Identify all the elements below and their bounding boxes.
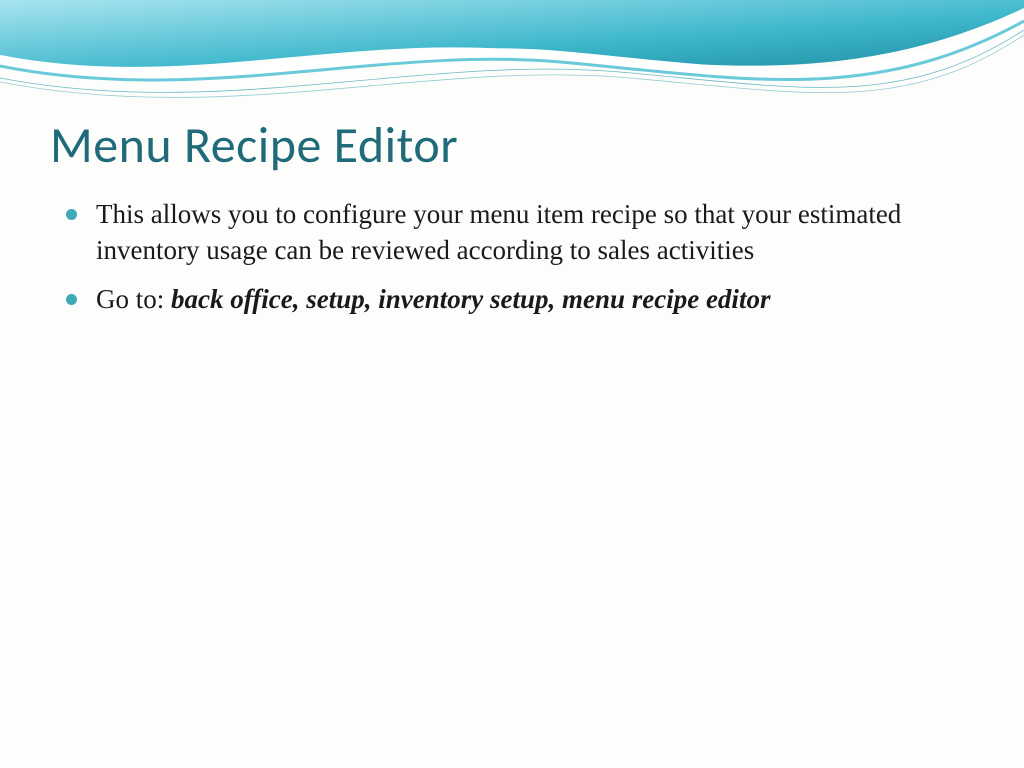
bullet-text: This allows you to configure your menu i… bbox=[96, 199, 901, 265]
bullet-item: Go to: back office, setup, inventory set… bbox=[90, 281, 974, 317]
bullet-text-prefix: Go to: bbox=[96, 284, 171, 314]
bullet-item: This allows you to configure your menu i… bbox=[90, 196, 974, 269]
slide-title: Menu Recipe Editor bbox=[50, 115, 974, 176]
bullet-text-bold: back office, setup, inventory setup, men… bbox=[171, 284, 770, 314]
slide-content: Menu Recipe Editor This allows you to co… bbox=[50, 115, 974, 329]
bullet-list: This allows you to configure your menu i… bbox=[50, 196, 974, 317]
